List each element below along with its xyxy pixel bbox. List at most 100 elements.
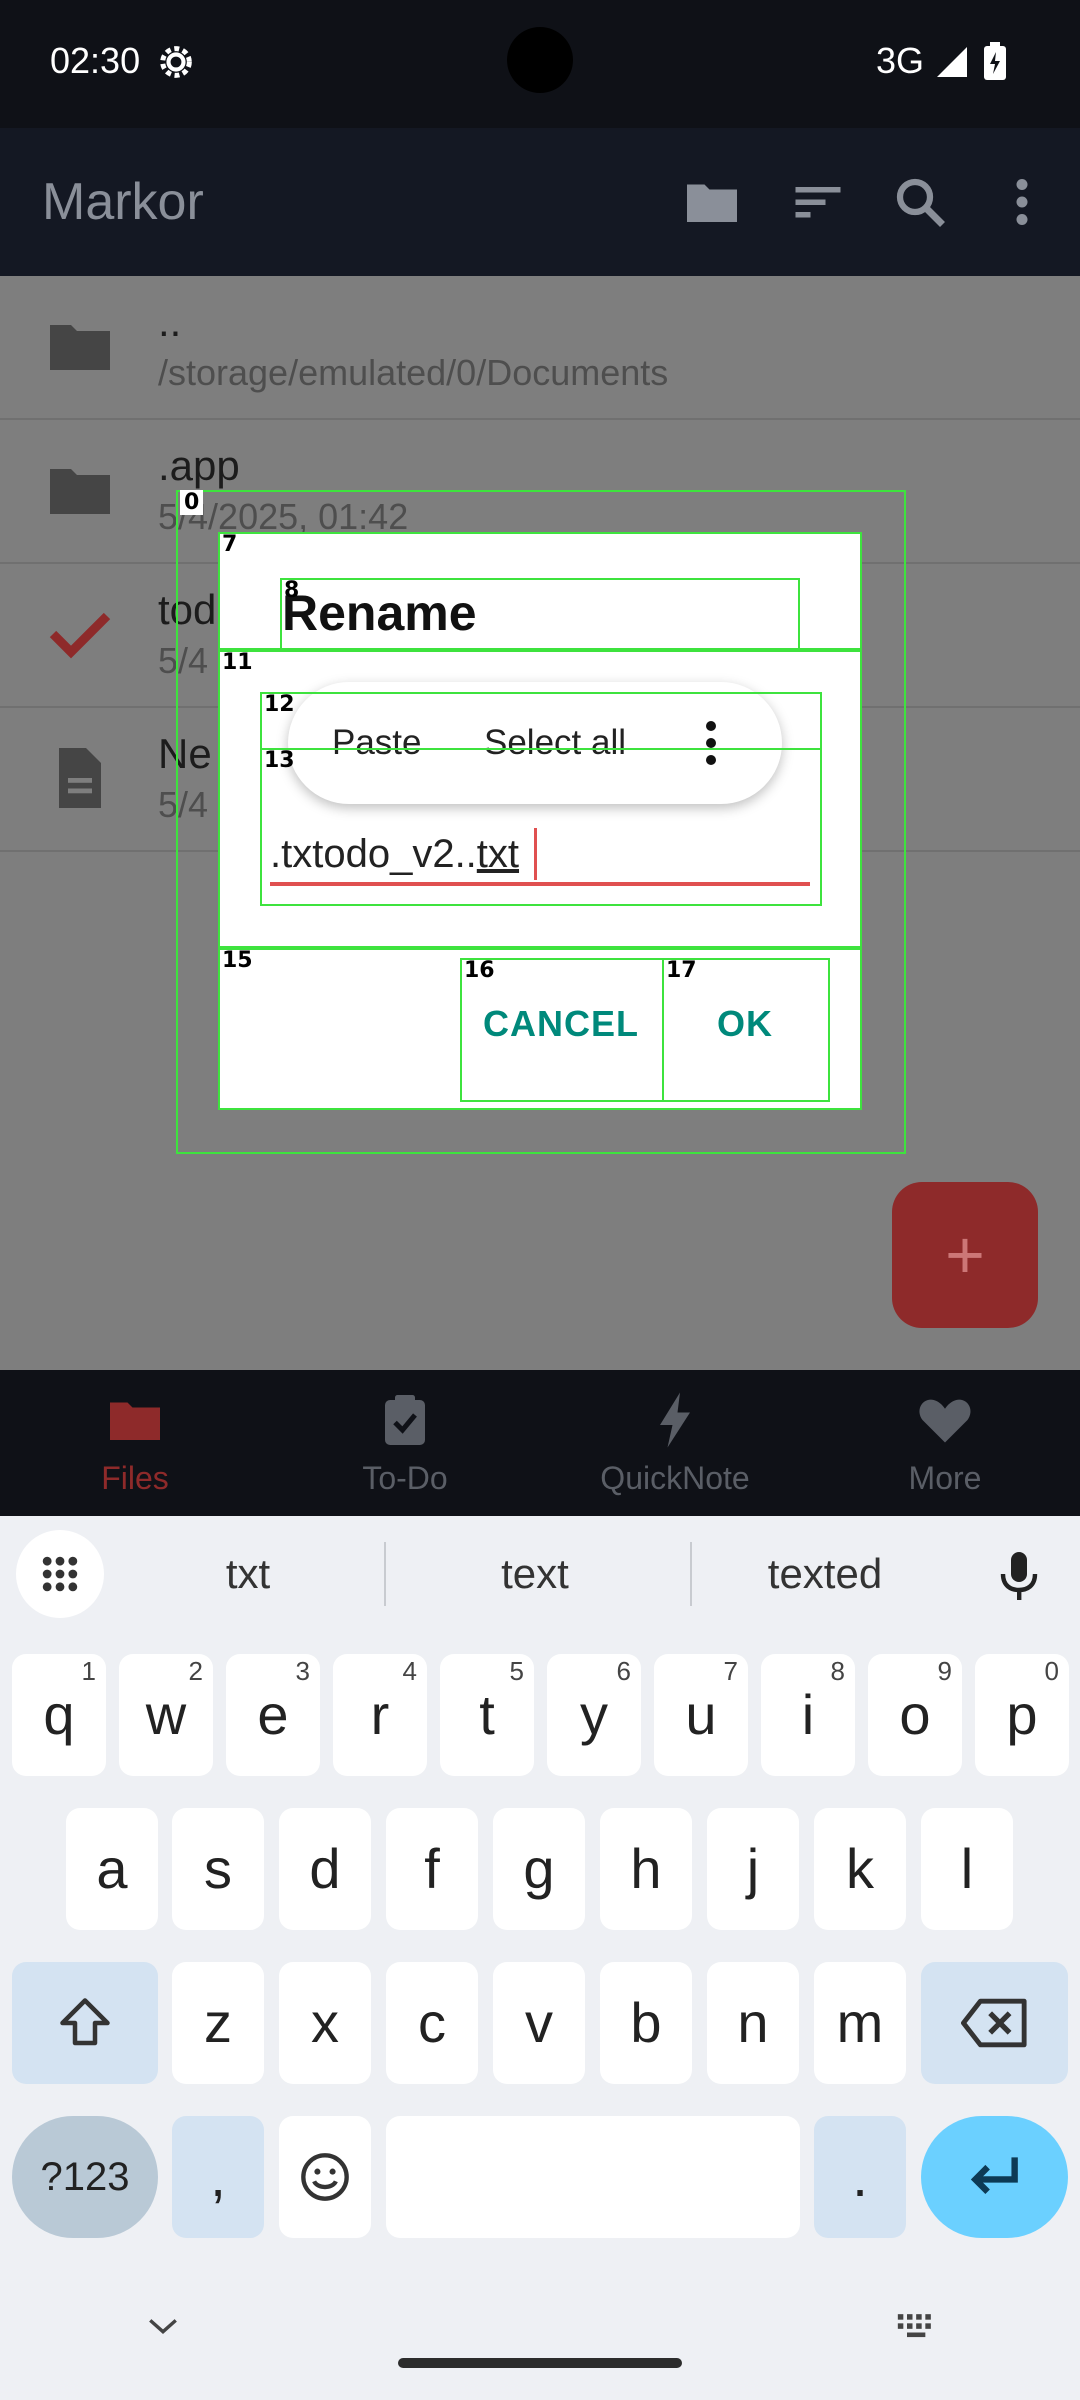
soft-keyboard: txt text texted q1 w2 e3 r4 t5 y6 u7 i8 … xyxy=(0,1516,1080,2400)
key-h[interactable]: h xyxy=(600,1808,692,1930)
apps-grid-icon xyxy=(42,1556,78,1592)
suggestion-strip: txt text texted xyxy=(0,1516,1080,1632)
network-type: 3G xyxy=(876,40,925,81)
bolt-icon xyxy=(660,1392,690,1448)
heart-icon xyxy=(919,1399,971,1443)
nav-label: QuickNote xyxy=(600,1460,750,1496)
file-row-parent[interactable]: .. /storage/emulated/0/Documents xyxy=(0,276,1080,420)
key-p[interactable]: p0 xyxy=(975,1654,1069,1776)
comma-key[interactable]: , xyxy=(172,2116,264,2238)
backspace-key[interactable] xyxy=(921,1962,1068,2084)
clipboard-check-icon xyxy=(385,1395,425,1445)
shift-arrow-icon xyxy=(60,1998,110,2046)
key-v[interactable]: v xyxy=(493,1962,585,2084)
add-fab-button[interactable]: + xyxy=(892,1182,1038,1328)
front-camera xyxy=(507,27,573,93)
key-x[interactable]: x xyxy=(279,1962,371,2084)
nav-files[interactable]: Files xyxy=(0,1370,270,1516)
enter-key[interactable] xyxy=(921,2116,1068,2238)
key-u[interactable]: u7 xyxy=(654,1654,748,1776)
plus-icon: + xyxy=(945,1217,985,1293)
key-a[interactable]: a xyxy=(66,1808,158,1930)
keyboard-menu-button[interactable] xyxy=(16,1530,104,1618)
app-bar: Markor xyxy=(0,128,1080,276)
search-icon[interactable] xyxy=(890,172,950,232)
key-i[interactable]: i8 xyxy=(761,1654,855,1776)
suggestion-2[interactable]: text xyxy=(400,1516,670,1632)
key-c[interactable]: c xyxy=(386,1962,478,2084)
key-w[interactable]: w2 xyxy=(119,1654,213,1776)
annotation-box-13: 13 xyxy=(260,748,822,906)
battery-charging-icon xyxy=(984,42,1006,80)
nav-label: More xyxy=(908,1460,982,1496)
annotation-label: 7 xyxy=(222,532,238,557)
annotation-box-16: 16 xyxy=(460,958,664,1102)
annotation-box-17: 17 xyxy=(662,958,830,1102)
suggestion-3[interactable]: texted xyxy=(700,1516,950,1632)
key-y[interactable]: y6 xyxy=(547,1654,641,1776)
annotation-label: 13 xyxy=(264,748,295,773)
status-time: 02:30 xyxy=(50,40,141,81)
sort-icon[interactable] xyxy=(788,172,848,232)
home-gesture-pill[interactable] xyxy=(398,2358,682,2368)
space-key[interactable] xyxy=(386,2116,800,2238)
folder-icon xyxy=(50,469,110,514)
symbols-key[interactable]: ?123 xyxy=(12,2116,158,2238)
nav-label: Files xyxy=(101,1460,169,1496)
backspace-icon xyxy=(961,1998,1027,2048)
annotation-label: 11 xyxy=(222,650,253,675)
folder-icon xyxy=(110,1402,160,1440)
annotation-label: 15 xyxy=(222,948,253,973)
keyboard-bottom-bar xyxy=(0,2268,1080,2400)
key-m[interactable]: m xyxy=(814,1962,906,2084)
enter-arrow-icon xyxy=(970,2157,1018,2194)
microphone-icon[interactable] xyxy=(994,1548,1044,1604)
annotation-label: 17 xyxy=(666,958,697,983)
shift-key[interactable] xyxy=(12,1962,158,2084)
nav-more[interactable]: More xyxy=(810,1370,1080,1516)
annotation-label: 16 xyxy=(464,958,495,983)
signal-icon xyxy=(937,47,967,77)
key-t[interactable]: t5 xyxy=(440,1654,534,1776)
file-name: .. xyxy=(158,298,182,345)
key-o[interactable]: o9 xyxy=(868,1654,962,1776)
key-g[interactable]: g xyxy=(493,1808,585,1930)
folder-icon xyxy=(50,325,110,370)
annotation-label: 8 xyxy=(284,578,300,603)
check-icon xyxy=(49,612,111,659)
key-e[interactable]: e3 xyxy=(226,1654,320,1776)
nav-todo[interactable]: To-Do xyxy=(270,1370,540,1516)
period-key[interactable]: . xyxy=(814,2116,906,2238)
key-s[interactable]: s xyxy=(172,1808,264,1930)
file-icon xyxy=(59,748,101,808)
key-q[interactable]: q1 xyxy=(12,1654,106,1776)
hide-keyboard-chevron-icon[interactable] xyxy=(146,2314,180,2338)
key-k[interactable]: k xyxy=(814,1808,906,1930)
status-bar: 02:30 3G xyxy=(0,0,1080,128)
key-n[interactable]: n xyxy=(707,1962,799,2084)
annotation-box-12: 12 xyxy=(260,692,822,750)
bottom-navigation: Files To-Do QuickNote More xyxy=(0,1370,1080,1516)
suggestion-1[interactable]: txt xyxy=(128,1516,368,1632)
emoji-icon xyxy=(301,2153,349,2201)
file-subtitle: /storage/emulated/0/Documents xyxy=(158,352,669,393)
overflow-menu-icon[interactable] xyxy=(992,172,1052,232)
folder-icon[interactable] xyxy=(682,172,742,232)
annotation-box-8: 8 xyxy=(280,578,800,650)
settings-gear-icon xyxy=(160,46,192,78)
key-f[interactable]: f xyxy=(386,1808,478,1930)
nav-label: To-Do xyxy=(362,1460,448,1496)
suggestion-divider xyxy=(690,1542,692,1606)
key-b[interactable]: b xyxy=(600,1962,692,2084)
key-l[interactable]: l xyxy=(921,1808,1013,1930)
key-j[interactable]: j xyxy=(707,1808,799,1930)
key-d[interactable]: d xyxy=(279,1808,371,1930)
file-name: .app xyxy=(158,442,240,489)
key-r[interactable]: r4 xyxy=(333,1654,427,1776)
suggestion-divider xyxy=(384,1542,386,1606)
app-title: Markor xyxy=(42,173,204,231)
nav-quicknote[interactable]: QuickNote xyxy=(540,1370,810,1516)
keyboard-switch-icon[interactable] xyxy=(896,2312,940,2342)
key-z[interactable]: z xyxy=(172,1962,264,2084)
emoji-key[interactable] xyxy=(279,2116,371,2238)
